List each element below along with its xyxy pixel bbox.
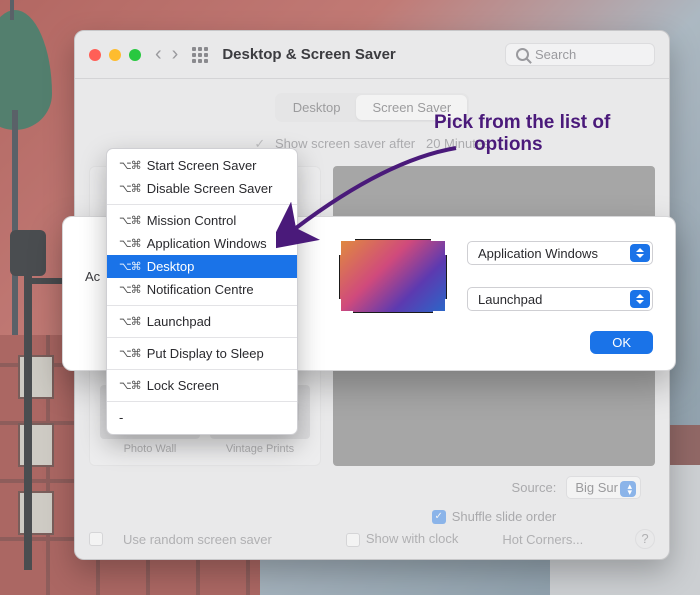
search-icon (516, 48, 529, 61)
close-icon[interactable] (89, 49, 101, 61)
menu-item-lock-screen[interactable]: ⌥⌘Lock Screen (107, 374, 297, 397)
menu-separator (107, 401, 297, 402)
search-field[interactable]: Search (505, 43, 655, 66)
menu-separator (107, 369, 297, 370)
menu-separator (107, 204, 297, 205)
menu-separator (107, 305, 297, 306)
menu-item-application-windows[interactable]: ⌥⌘Application Windows (107, 232, 297, 255)
menu-item-launchpad[interactable]: ⌥⌘Launchpad (107, 310, 297, 333)
menu-separator (107, 337, 297, 338)
window-title: Desktop & Screen Saver (222, 46, 395, 63)
menu-item-mission-control[interactable]: ⌥⌘Mission Control (107, 209, 297, 232)
traffic-lights[interactable] (89, 49, 141, 61)
back-button[interactable]: ‹ (155, 43, 162, 66)
menu-item-notification-centre[interactable]: ⌥⌘Notification Centre (107, 278, 297, 301)
ok-button[interactable]: OK (590, 331, 653, 354)
corner-preview (339, 239, 447, 313)
bottom-right-corner-select[interactable]: Launchpad (467, 287, 653, 311)
top-right-corner-select[interactable]: Application Windows (467, 241, 653, 265)
window-toolbar: ‹ › Desktop & Screen Saver Search (75, 31, 669, 79)
menu-item-desktop[interactable]: ⌥⌘Desktop (107, 255, 297, 278)
menu-item-disable-screensaver[interactable]: ⌥⌘Disable Screen Saver (107, 177, 297, 200)
minimize-icon[interactable] (109, 49, 121, 61)
annotation-text: Pick from the list of options (434, 112, 610, 156)
corner-action-menu[interactable]: ⌥⌘Start Screen Saver ⌥⌘Disable Screen Sa… (106, 148, 298, 435)
menu-item-put-display-to-sleep[interactable]: ⌥⌘Put Display to Sleep (107, 342, 297, 365)
show-all-icon[interactable] (192, 47, 208, 63)
search-placeholder: Search (535, 47, 576, 62)
menu-item-start-screensaver[interactable]: ⌥⌘Start Screen Saver (107, 154, 297, 177)
menu-item-none[interactable]: - (107, 406, 297, 429)
zoom-icon[interactable] (129, 49, 141, 61)
forward-button[interactable]: › (172, 43, 179, 66)
chevron-up-down-icon (630, 290, 650, 308)
chevron-up-down-icon (630, 244, 650, 262)
